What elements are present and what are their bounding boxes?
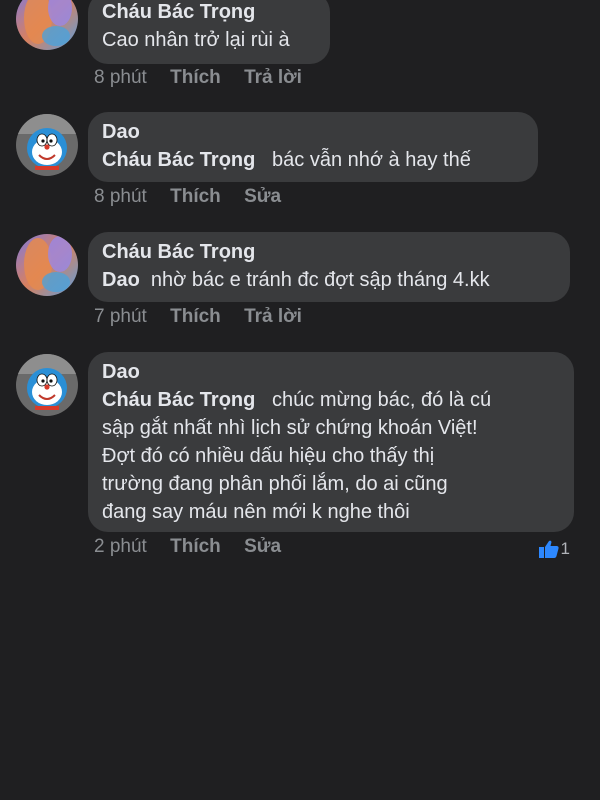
comment-time: 8 phút [94, 67, 147, 88]
comment-time: 7 phút [94, 306, 147, 327]
comment-author[interactable]: Dao [102, 358, 560, 386]
colorful-abstract-avatar-icon [16, 0, 78, 50]
comment-text-line: đang say máu nên mới k nghe thôi [102, 501, 410, 523]
comment-bubble[interactable]: Dao Cháu Bác Trọng bác vẫn nhớ à hay thế [88, 112, 538, 182]
reaction-summary[interactable]: 1 [538, 539, 570, 559]
like-link[interactable]: Thích [170, 186, 221, 207]
comment-author[interactable]: Cháu Bác Trọng [102, 238, 556, 266]
comment-body: nhờ bác e tránh đc đợt sập tháng 4.kk [150, 269, 490, 291]
doraemon-avatar-icon [16, 354, 78, 416]
comment-author[interactable]: Cháu Bác Trọng [102, 0, 316, 26]
comment-bubble[interactable]: Cháu Bác Trọng Cao nhân trở lại rùi à [88, 0, 330, 64]
edit-link[interactable]: Sửa [244, 536, 281, 557]
edit-link[interactable]: Sửa [244, 186, 281, 207]
doraemon-avatar-icon [16, 114, 78, 176]
like-link[interactable]: Thích [170, 67, 221, 88]
reaction-count: 1 [560, 539, 570, 558]
comment-time: 2 phút [94, 536, 147, 557]
comment-text-line: sập gắt nhất nhì lịch sử chứng khoán Việ… [102, 417, 478, 439]
comment-text-line: trường đang phân phối lắm, do ai cũng [102, 473, 448, 495]
comment-actions: 8 phút Thích Trả lời [94, 66, 320, 90]
avatar-chau-bac-trong[interactable] [16, 0, 78, 50]
comment-text-line: Đợt đó có nhiều dấu hiệu cho thấy thị [102, 445, 435, 467]
reply-link[interactable]: Trả lời [244, 306, 302, 327]
comment-actions: 2 phút Thích Sửa [94, 535, 299, 559]
comment-text-line: Cháu Bác Trọng chúc mừng bác, đó là cú [102, 386, 560, 414]
thumbs-up-icon [538, 540, 559, 558]
comment-text: Dao nhờ bác e tránh đc đợt sập tháng 4.k… [102, 266, 556, 294]
like-link[interactable]: Thích [170, 306, 221, 327]
avatar-dao[interactable] [16, 114, 78, 176]
mention-tag[interactable]: Cháu Bác Trọng [102, 149, 255, 171]
comment-actions: 8 phút Thích Sửa [94, 185, 299, 209]
comment-body: chúc mừng bác, đó là cú [272, 389, 492, 411]
reply-link[interactable]: Trả lời [244, 67, 302, 88]
comment-bubble[interactable]: Dao Cháu Bác Trọng chúc mừng bác, đó là … [88, 352, 574, 532]
like-link[interactable]: Thích [170, 536, 221, 557]
comment-bubble[interactable]: Cháu Bác Trọng Dao nhờ bác e tránh đc đợ… [88, 232, 570, 302]
mention-tag[interactable]: Cháu Bác Trọng [102, 389, 255, 411]
comment-text: Cháu Bác Trọng bác vẫn nhớ à hay thế [102, 146, 524, 174]
comment-time: 8 phút [94, 186, 147, 207]
comment-actions: 7 phút Thích Trả lời [94, 305, 320, 329]
comment-thread: Cháu Bác Trọng Cao nhân trở lại rùi à 8 … [0, 0, 600, 800]
comment-text: Cao nhân trở lại rùi à [102, 29, 290, 51]
avatar-dao[interactable] [16, 354, 78, 416]
colorful-abstract-avatar-icon [16, 234, 78, 296]
comment-author[interactable]: Dao [102, 118, 524, 146]
avatar-chau-bac-trong[interactable] [16, 234, 78, 296]
comment-body: bác vẫn nhớ à hay thế [272, 149, 471, 171]
mention-tag[interactable]: Dao [102, 269, 140, 291]
